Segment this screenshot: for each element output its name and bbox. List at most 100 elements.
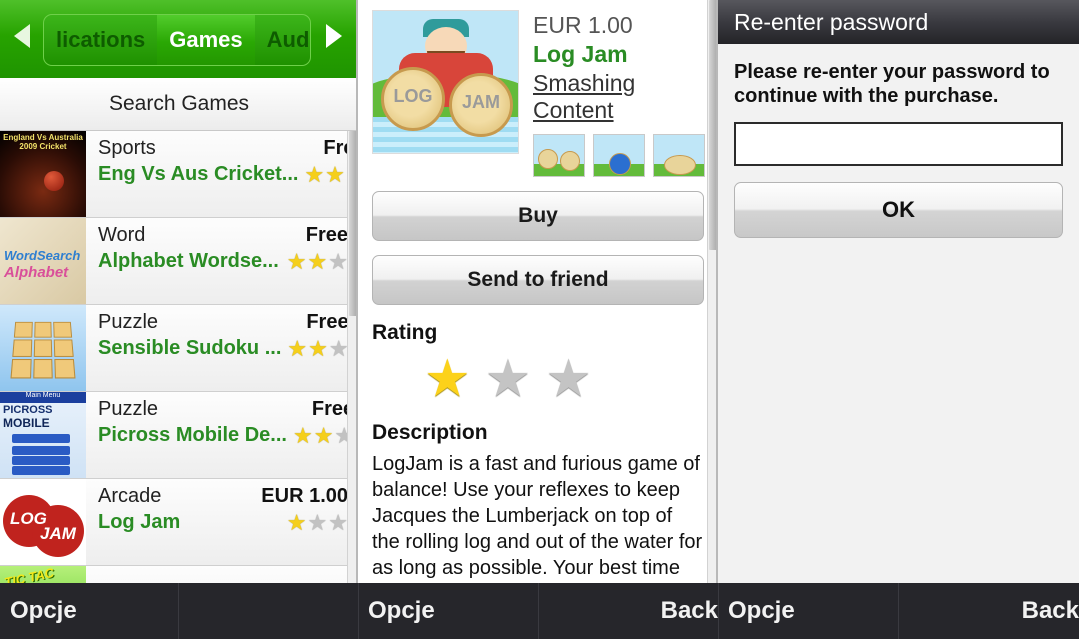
- detail-content: LOG JAM EUR 1.00 Log Jam Smashing Conten…: [358, 0, 718, 583]
- ok-button[interactable]: OK: [734, 182, 1063, 238]
- item-rating-stars: ★ ★ ★: [287, 248, 348, 274]
- detail-scroll-area: LOG JAM EUR 1.00 Log Jam Smashing Conten…: [358, 0, 718, 583]
- tab-audio[interactable]: Audio &: [255, 15, 310, 65]
- search-games-header[interactable]: Search Games: [0, 78, 358, 131]
- item-body: [86, 566, 358, 583]
- log-left: LOG: [381, 67, 445, 131]
- list-item[interactable]: TIC TAC: [0, 566, 358, 583]
- list-item[interactable]: LOG JAM Arcade EUR 1.00 Log Jam ★ ★ ★: [0, 479, 358, 566]
- sudoku-grid-icon: [10, 321, 76, 379]
- star-empty-icon: ★: [307, 509, 328, 535]
- item-body: Word Free Alphabet Wordse... ★ ★ ★: [86, 218, 358, 304]
- softkey-divider-1: [178, 583, 179, 639]
- item-price: Free: [305, 224, 348, 246]
- menu-bar-1: [12, 434, 70, 443]
- password-dialog-panel: Re-enter password Please re-enter your p…: [718, 0, 1079, 583]
- star-filled-icon: ★: [304, 161, 325, 187]
- games-list: England Vs Australia 2009 Cricket Sports…: [0, 131, 358, 583]
- detail-vendor-link[interactable]: Smashing Content: [533, 70, 705, 124]
- item-thumbnail: TIC TAC: [0, 566, 86, 583]
- star-filled-icon: ★: [313, 422, 334, 448]
- buy-button[interactable]: Buy: [372, 191, 704, 241]
- detail-meta: EUR 1.00 Log Jam Smashing Content: [533, 10, 705, 177]
- log-shape: [609, 153, 631, 175]
- item-category: Puzzle: [98, 398, 159, 420]
- detail-header-row: LOG JAM EUR 1.00 Log Jam Smashing Conten…: [372, 10, 705, 177]
- softkey-detail-left[interactable]: Opcje: [358, 583, 548, 639]
- softkey-label: Opcje: [728, 597, 795, 624]
- star-empty-icon: ★: [328, 509, 348, 535]
- description-section-label: Description: [372, 421, 488, 444]
- dialog-title: Re-enter password: [718, 0, 1079, 44]
- softkey-detail-right[interactable]: Back: [538, 583, 728, 639]
- screenshot-strip: [533, 134, 705, 177]
- log-shape: [538, 149, 558, 169]
- softkey-label: Opcje: [10, 597, 77, 624]
- star-filled-icon: ★: [308, 335, 328, 361]
- softkey-store-left[interactable]: Opcje: [0, 583, 368, 639]
- description-text: LogJam is a fast and furious game of bal…: [372, 453, 703, 579]
- item-body: Arcade EUR 1.00 Log Jam ★ ★ ★: [86, 479, 358, 565]
- tab-games[interactable]: Games: [157, 15, 255, 65]
- tab-applications[interactable]: lications: [44, 15, 157, 65]
- softkey-dialog-left[interactable]: Opcje: [718, 583, 908, 639]
- cover-log-left-label: LOG: [393, 86, 433, 106]
- item-thumbnail: [0, 305, 86, 391]
- item-thumbnail: Main Menu PICROSS MOBILE: [0, 392, 86, 478]
- item-body: Puzzle Free Picross Mobile De... ★ ★ ★: [86, 392, 358, 478]
- item-thumbnail: England Vs Australia 2009 Cricket: [0, 131, 86, 217]
- star-filled-icon: ★: [286, 509, 307, 535]
- item-price: Free: [306, 311, 349, 333]
- list-item[interactable]: Main Menu PICROSS MOBILE Puzzle Free Pic…: [0, 392, 358, 479]
- list-item[interactable]: WordSearch Alphabet Word Free Alphabet W…: [0, 218, 358, 305]
- item-title: Sensible Sudoku ...: [98, 337, 282, 359]
- list-item[interactable]: Puzzle Free Sensible Sudoku ... ★ ★ ★: [0, 305, 358, 392]
- item-rating-stars: ★ ★ ★: [292, 422, 354, 448]
- item-title: Eng Vs Aus Cricket...: [98, 163, 299, 185]
- detail-title: Log Jam: [533, 41, 628, 67]
- star-empty-icon: ★: [328, 248, 348, 274]
- screenshot-thumbnail[interactable]: [593, 134, 645, 177]
- item-title: Log Jam: [98, 511, 181, 533]
- dialog-body: Please re-enter your password to continu…: [718, 44, 1079, 238]
- item-rating-stars: ★ ★ ★: [286, 509, 348, 535]
- softkey-bar: Opcje Opcje Back Opcje Back: [0, 583, 1079, 639]
- star-empty-icon[interactable]: ★: [545, 353, 592, 405]
- rating-stars[interactable]: ★ ★ ★: [372, 353, 704, 405]
- device-screen: lications Games Audio & Search Games Eng…: [0, 0, 1079, 639]
- cover-log-right-label: JAM: [461, 92, 500, 112]
- cricket-ball-icon: [44, 171, 64, 191]
- item-body: Sports Free Eng Vs Aus Cricket... ★ ★ ★: [86, 131, 358, 217]
- star-empty-icon[interactable]: ★: [485, 353, 532, 405]
- thumbnail-caption-2: Alphabet: [4, 264, 69, 281]
- detail-price: EUR 1.00: [533, 12, 633, 38]
- thumbnail-caption: England Vs Australia 2009 Cricket: [3, 133, 83, 151]
- softkey-dialog-right[interactable]: Back: [898, 583, 1079, 639]
- star-filled-icon[interactable]: ★: [424, 353, 471, 405]
- item-title: Alphabet Wordse...: [98, 250, 279, 272]
- screenshot-thumbnail[interactable]: [533, 134, 585, 177]
- send-to-friend-button[interactable]: Send to friend: [372, 255, 704, 305]
- item-category: Word: [98, 224, 146, 246]
- log-right: JAM: [449, 73, 513, 137]
- star-filled-icon: ★: [325, 161, 345, 187]
- chevron-right-icon[interactable]: [326, 24, 342, 48]
- item-thumbnail: LOG JAM: [0, 479, 86, 565]
- screenshot-thumbnail[interactable]: [653, 134, 705, 177]
- log-shape-2: [560, 151, 580, 171]
- tab-strip: lications Games Audio &: [43, 14, 311, 66]
- log-shape: [664, 155, 696, 175]
- store-list-panel: lications Games Audio & Search Games Eng…: [0, 0, 358, 583]
- item-price: EUR 1.00: [261, 485, 348, 507]
- menu-bar-3: [12, 456, 70, 465]
- chevron-left-icon[interactable]: [14, 24, 30, 48]
- password-input[interactable]: [734, 122, 1063, 166]
- list-item[interactable]: England Vs Australia 2009 Cricket Sports…: [0, 131, 358, 218]
- app-detail-panel: LOG JAM EUR 1.00 Log Jam Smashing Conten…: [358, 0, 718, 583]
- item-body: Puzzle Free Sensible Sudoku ... ★ ★ ★: [86, 305, 358, 391]
- thumbnail-caption-2: MOBILE: [3, 416, 50, 430]
- item-category: Sports: [98, 137, 156, 159]
- cover-art[interactable]: LOG JAM: [372, 10, 519, 154]
- star-filled-icon: ★: [292, 422, 313, 448]
- softkey-label: Back: [1021, 597, 1079, 624]
